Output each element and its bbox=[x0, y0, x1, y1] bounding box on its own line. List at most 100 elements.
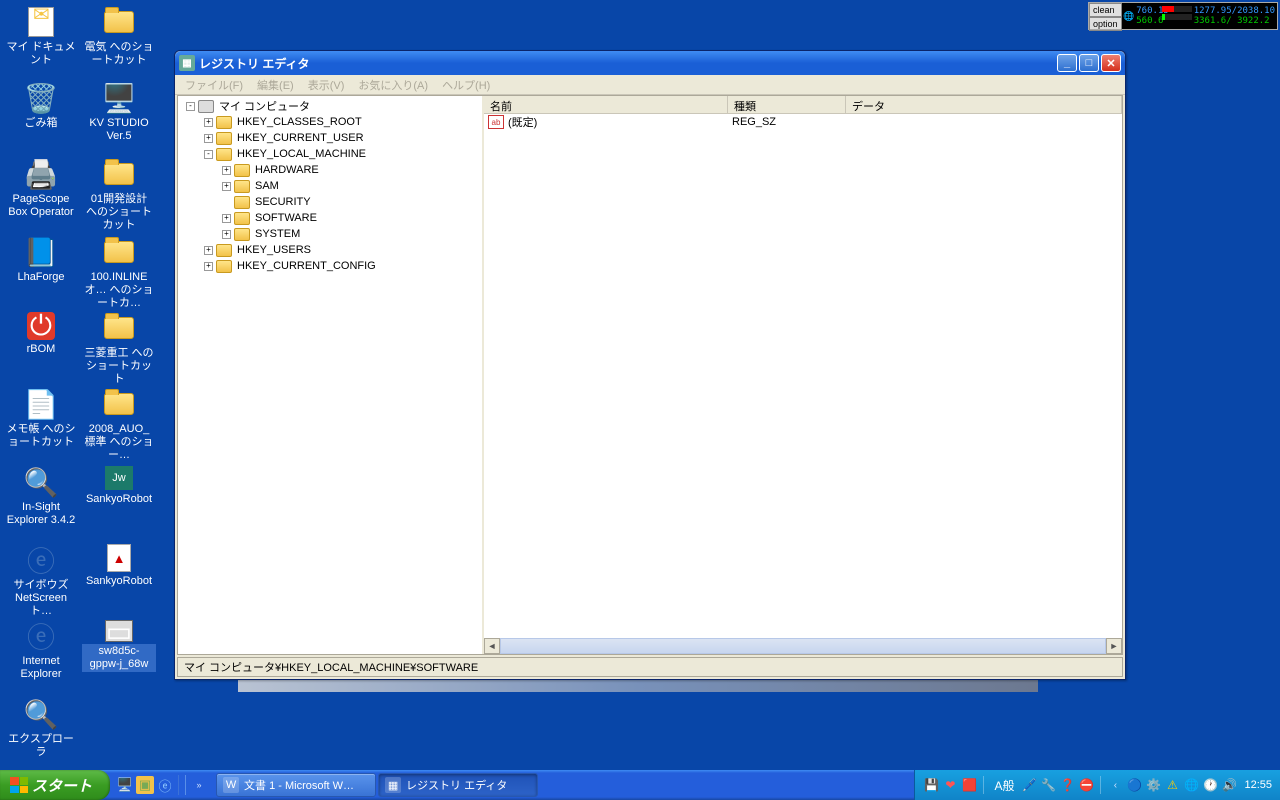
tree-node[interactable]: +HARDWARE bbox=[178, 162, 482, 178]
menu-file[interactable]: ファイル(F) bbox=[179, 75, 249, 95]
tray-icon[interactable]: 🕐 bbox=[1202, 777, 1218, 793]
app-icon: 🖥️ bbox=[103, 82, 135, 114]
desktop-icon-sankyo1[interactable]: JwSankyoRobot bbox=[82, 466, 156, 507]
ime-status[interactable]: A般 bbox=[990, 777, 1018, 794]
task-button-word[interactable]: W 文書 1 - Microsoft W… bbox=[216, 773, 376, 797]
tree-node[interactable]: + SOFTWARE bbox=[178, 210, 482, 226]
expand-icon[interactable]: + bbox=[204, 262, 213, 271]
desktop-icon-notepad[interactable]: 📄メモ帳 へのショートカット bbox=[4, 388, 78, 450]
menu-favorites[interactable]: お気に入り(A) bbox=[352, 75, 434, 95]
folder-icon bbox=[234, 228, 250, 241]
column-data[interactable]: データ bbox=[846, 96, 1122, 113]
collapse-icon[interactable]: - bbox=[186, 102, 195, 111]
menu-view[interactable]: 表示(V) bbox=[302, 75, 351, 95]
scroll-track[interactable] bbox=[500, 638, 1106, 654]
tray-icon[interactable]: ⛔ bbox=[1078, 777, 1094, 793]
desktop-icon-rbom[interactable]: ⏻rBOM bbox=[4, 312, 78, 357]
menu-edit[interactable]: 編集(E) bbox=[251, 75, 300, 95]
tray-icon[interactable]: ⚠ bbox=[1164, 777, 1180, 793]
system-monitor-widget[interactable]: clean option 🌐 760.15 560.6 1277.95/2038… bbox=[1088, 2, 1278, 30]
expand-icon[interactable]: + bbox=[204, 134, 213, 143]
tree-node[interactable]: -HKEY_LOCAL_MACHINE bbox=[178, 146, 482, 162]
desktop-icon-insight[interactable]: 🔍In-Sight Explorer 3.4.2 bbox=[4, 466, 78, 528]
list-item[interactable]: ab (既定) REG_SZ bbox=[484, 114, 1122, 130]
tree-node-label: SECURITY bbox=[253, 196, 313, 208]
tree-node[interactable]: +SYSTEM bbox=[178, 226, 482, 242]
ql-desktop-icon[interactable]: 🖥️ bbox=[116, 776, 134, 794]
folder-icon bbox=[234, 180, 250, 193]
desktop-icon-trash[interactable]: 🗑️ごみ箱 bbox=[4, 82, 78, 131]
desktop-icon-ie[interactable]: ⓔInternet Explorer bbox=[4, 620, 78, 682]
desktop-icon-kvstudio[interactable]: 🖥️KV STUDIO Ver.5 bbox=[82, 82, 156, 144]
column-type[interactable]: 種類 bbox=[728, 96, 846, 113]
desktop-icon-mhi[interactable]: 三菱重工 へのショートカット bbox=[82, 312, 156, 388]
expand-icon[interactable]: + bbox=[222, 182, 231, 191]
tree-node[interactable]: +HKEY_CURRENT_CONFIG bbox=[178, 258, 482, 274]
tray-icon[interactable]: ❓ bbox=[1059, 777, 1075, 793]
expand-icon[interactable]: + bbox=[222, 214, 231, 223]
trash-icon: 🗑️ bbox=[25, 82, 57, 114]
desktop-icon-inline[interactable]: 100.INLINEオ… へのショートカ… bbox=[82, 236, 156, 312]
sysmon-option-button[interactable]: option bbox=[1089, 17, 1122, 31]
desktop-icon-auo[interactable]: 2008_AUO_標準 へのショー… bbox=[82, 388, 156, 464]
app-icon: ⏻ bbox=[27, 312, 55, 340]
tree-node[interactable]: -マイ コンピュータ bbox=[178, 98, 482, 114]
desktop-icon-sankyo2[interactable]: ▲SankyoRobot bbox=[82, 544, 156, 589]
tree-node-label: SOFTWARE bbox=[253, 212, 319, 224]
tray-clock[interactable]: 12:55 bbox=[1240, 779, 1272, 791]
scroll-right-button[interactable]: ► bbox=[1106, 638, 1122, 654]
tray-volume-icon[interactable]: 🔊 bbox=[1221, 777, 1237, 793]
system-tray[interactable]: 💾 ❤ 🟥 A般 🖊️ 🔧 ❓ ⛔ ‹ 🔵 ⚙️ ⚠ 🌐 🕐 🔊 12:55 bbox=[914, 770, 1280, 800]
desktop-icon-mydocs[interactable]: マイ ドキュメント bbox=[4, 6, 78, 68]
scroll-left-button[interactable]: ◄ bbox=[484, 638, 500, 654]
menu-help[interactable]: ヘルプ(H) bbox=[436, 75, 496, 95]
tray-chevron-icon[interactable]: ‹ bbox=[1107, 777, 1123, 793]
tree-node[interactable]: SECURITY bbox=[178, 194, 482, 210]
desktop-icon-lhaforge[interactable]: 📘LhaForge bbox=[4, 236, 78, 285]
start-button[interactable]: スタート bbox=[0, 770, 110, 800]
registry-listview: 名前 種類 データ ab (既定) REG_SZ ◄ ► bbox=[484, 96, 1122, 654]
tree-node[interactable]: + SAM bbox=[178, 178, 482, 194]
tray-icon[interactable]: ❤ bbox=[942, 777, 958, 793]
desktop-icon-pagescope[interactable]: 🖨️PageScope Box Operator bbox=[4, 158, 78, 220]
desktop-icon-denki[interactable]: 電気 へのショートカット bbox=[82, 6, 156, 68]
maximize-button[interactable]: □ bbox=[1079, 54, 1099, 72]
window-titlebar[interactable]: ▦ レジストリ エディタ _ □ ✕ bbox=[175, 51, 1125, 75]
ql-ie-icon[interactable]: ⓔ bbox=[156, 776, 174, 794]
column-name[interactable]: 名前 bbox=[484, 96, 728, 113]
tree-node-label: SAM bbox=[253, 180, 281, 192]
expand-icon[interactable]: + bbox=[204, 118, 213, 127]
desktop-icon-explorer[interactable]: 🔍エクスプローラ bbox=[4, 698, 78, 760]
expand-icon[interactable]: + bbox=[222, 230, 231, 239]
tray-icon[interactable]: 🌐 bbox=[1183, 777, 1199, 793]
registry-tree[interactable]: -マイ コンピュータ+HKEY_CLASSES_ROOT+HKEY_CURREN… bbox=[178, 96, 484, 654]
tray-icon[interactable]: 💾 bbox=[923, 777, 939, 793]
desktop-icon-kaihatsu[interactable]: 01開発設計 へのショートカット bbox=[82, 158, 156, 234]
sysmon-clean-button[interactable]: clean bbox=[1089, 3, 1122, 17]
tree-node[interactable]: +HKEY_CURRENT_USER bbox=[178, 130, 482, 146]
ql-folder-icon[interactable]: ▣ bbox=[136, 776, 154, 794]
tray-icon[interactable]: 🔵 bbox=[1126, 777, 1142, 793]
task-button-regedit[interactable]: ▦ レジストリ エディタ bbox=[378, 773, 538, 797]
tray-icon[interactable]: 🟥 bbox=[961, 777, 977, 793]
desktop-icon-cybozu[interactable]: ⓔサイボウズ NetScreen ト… bbox=[4, 544, 78, 620]
expand-icon[interactable]: + bbox=[222, 166, 231, 175]
tree-node[interactable]: +HKEY_CLASSES_ROOT bbox=[178, 114, 482, 130]
document-icon bbox=[25, 6, 57, 38]
tree-node[interactable]: +HKEY_USERS bbox=[178, 242, 482, 258]
tray-icon[interactable]: ⚙️ bbox=[1145, 777, 1161, 793]
horizontal-scrollbar[interactable]: ◄ ► bbox=[484, 638, 1122, 654]
collapse-icon[interactable]: - bbox=[204, 150, 213, 159]
tray-icon[interactable]: 🖊️ bbox=[1021, 777, 1037, 793]
ql-overflow-chevron-icon[interactable]: » bbox=[190, 776, 208, 794]
listview-header[interactable]: 名前 種類 データ bbox=[484, 96, 1122, 114]
folder-icon bbox=[234, 212, 250, 225]
regedit-icon: ▦ bbox=[385, 777, 401, 793]
close-button[interactable]: ✕ bbox=[1101, 54, 1121, 72]
regedit-window: ▦ レジストリ エディタ _ □ ✕ ファイル(F) 編集(E) 表示(V) お… bbox=[174, 50, 1126, 680]
desktop-icon-sw8d5c[interactable]: ▭sw8d5c-gppw-j_68w bbox=[82, 620, 156, 672]
listview-body[interactable]: ab (既定) REG_SZ bbox=[484, 114, 1122, 638]
tray-icon[interactable]: 🔧 bbox=[1040, 777, 1056, 793]
minimize-button[interactable]: _ bbox=[1057, 54, 1077, 72]
expand-icon[interactable]: + bbox=[204, 246, 213, 255]
